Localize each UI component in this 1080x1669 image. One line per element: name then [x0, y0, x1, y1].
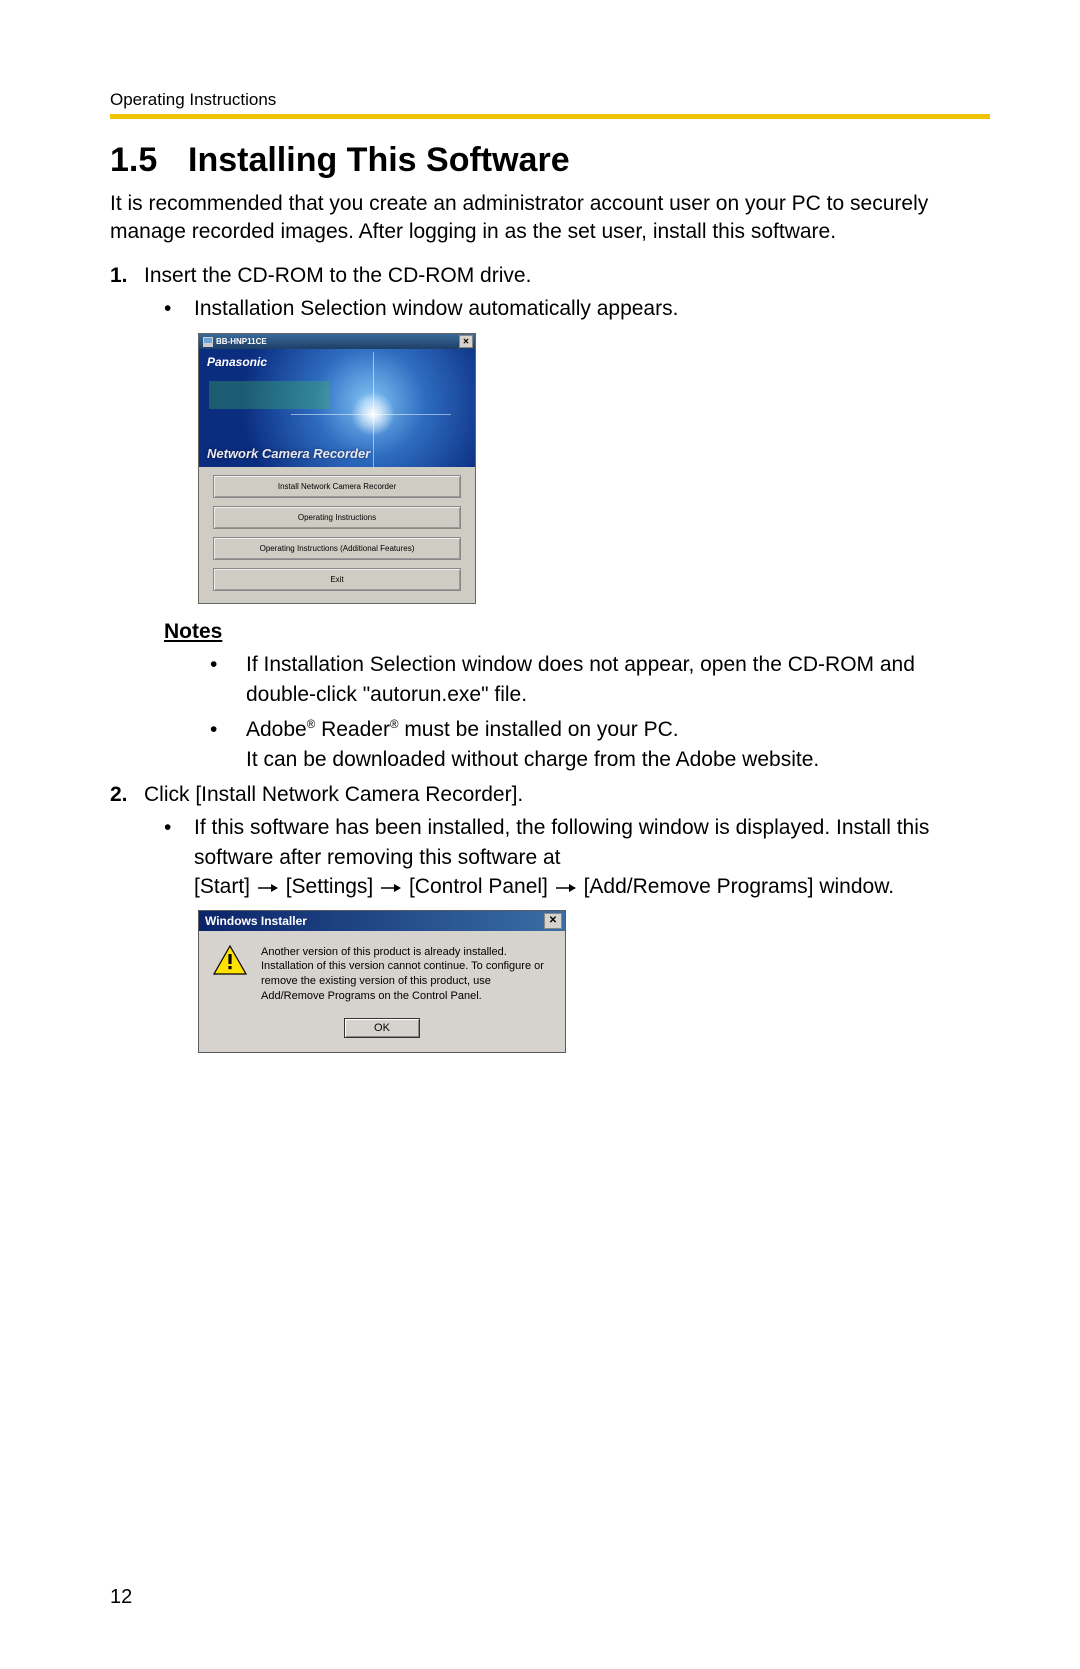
installer-banner: Panasonic Network Camera Recorder: [199, 349, 475, 467]
section-title: Installing This Software: [188, 141, 570, 179]
note-2: • Adobe® Reader® must be installed on yo…: [210, 715, 990, 774]
bullet-dot: •: [164, 294, 194, 323]
dialog-message: Another version of this product is alrea…: [261, 945, 551, 1004]
arrow-icon: [258, 872, 278, 901]
dialog-title: Windows Installer: [205, 914, 307, 928]
note-2-text: Adobe® Reader® must be installed on your…: [246, 715, 819, 774]
manual-page: Operating Instructions 1.5Installing Thi…: [0, 0, 1080, 1669]
header-rule: [110, 114, 990, 119]
step-1-text: Insert the CD-ROM to the CD-ROM drive.: [144, 261, 531, 290]
step-2-text: Click [Install Network Camera Recorder].: [144, 780, 523, 809]
step-2: 2. Click [Install Network Camera Recorde…: [110, 780, 990, 809]
installer-titlebar: BB-HNP11CE ✕: [199, 334, 475, 349]
windows-installer-dialog: Windows Installer ✕ Another version of t…: [198, 910, 566, 1053]
install-button[interactable]: Install Network Camera Recorder: [213, 475, 461, 498]
arrow-icon: [381, 872, 401, 901]
running-header: Operating Instructions: [110, 90, 990, 110]
bullet-dot: •: [164, 813, 194, 901]
step-1-sub: • Installation Selection window automati…: [164, 294, 990, 323]
step-1: 1. Insert the CD-ROM to the CD-ROM drive…: [110, 261, 990, 290]
step-2-sub-text: If this software has been installed, the…: [194, 813, 990, 901]
step-2-sub: • If this software has been installed, t…: [164, 813, 990, 901]
app-icon: [203, 337, 213, 347]
installer-close-button[interactable]: ✕: [459, 335, 473, 348]
intro-paragraph: It is recommended that you create an adm…: [110, 190, 990, 247]
note-1-text: If Installation Selection window does no…: [246, 650, 990, 709]
arrow-icon: [556, 872, 576, 901]
step-1-marker: 1.: [110, 261, 144, 290]
exit-button[interactable]: Exit: [213, 568, 461, 591]
bullet-dot: •: [210, 650, 246, 709]
dialog-body: Another version of this product is alrea…: [199, 931, 565, 1052]
op-instructions-add-button[interactable]: Operating Instructions (Additional Featu…: [213, 537, 461, 560]
warning-icon: [213, 945, 247, 1004]
section-number: 1.5: [110, 141, 188, 180]
installer-window: BB-HNP11CE ✕ Panasonic Network Camera Re…: [198, 333, 476, 604]
dialog-close-button[interactable]: ✕: [544, 913, 562, 929]
banner-title: Network Camera Recorder: [207, 446, 370, 461]
bullet-dot: •: [210, 715, 246, 774]
op-instructions-button[interactable]: Operating Instructions: [213, 506, 461, 529]
step-1-sub-text: Installation Selection window automatica…: [194, 294, 678, 323]
page-number: 12: [110, 1586, 132, 1609]
installer-body: Install Network Camera Recorder Operatin…: [199, 467, 475, 603]
section-heading: 1.5Installing This Software: [110, 141, 990, 180]
note-1: • If Installation Selection window does …: [210, 650, 990, 709]
brand-logo: Panasonic: [207, 355, 267, 369]
step-2-marker: 2.: [110, 780, 144, 809]
notes-heading: Notes: [164, 620, 990, 644]
installer-title: BB-HNP11CE: [216, 337, 267, 346]
dialog-titlebar: Windows Installer ✕: [199, 911, 565, 931]
dialog-ok-button[interactable]: OK: [344, 1018, 420, 1038]
